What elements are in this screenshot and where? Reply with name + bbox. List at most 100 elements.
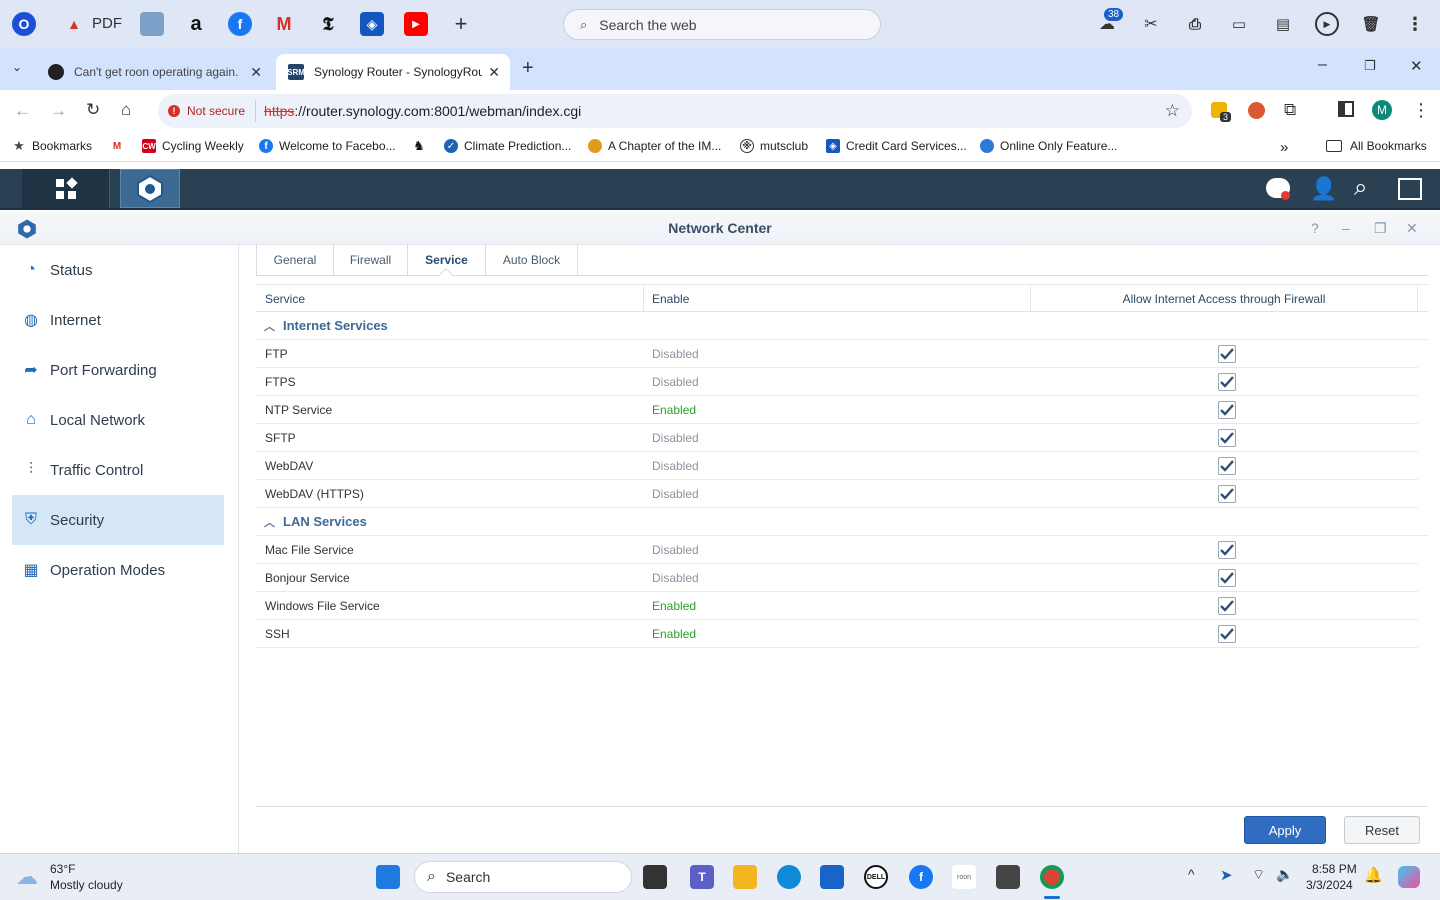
bookmark-item[interactable]: ※ mutsclub (740, 139, 808, 153)
add-shortcut-icon[interactable]: + (449, 11, 473, 36)
browser-tab-roon[interactable]: Can't get roon operating again. ✕ (36, 54, 272, 90)
amazon-icon[interactable]: a (184, 12, 208, 36)
close-window-icon[interactable]: ✕ (1410, 57, 1423, 75)
minimize-window-icon[interactable]: – (1318, 56, 1327, 74)
allow-internet-checkbox[interactable] (1218, 401, 1236, 419)
task-view-icon[interactable] (643, 865, 667, 889)
collapse-chevron-icon[interactable]: ︿ (264, 514, 275, 530)
profile-avatar[interactable]: M (1372, 100, 1392, 120)
bookmark-item[interactable]: ◈ Credit Card Services... (826, 139, 967, 153)
allow-internet-checkbox[interactable] (1218, 345, 1236, 363)
allow-internet-checkbox[interactable] (1218, 373, 1236, 391)
side-panel-icon[interactable] (1338, 101, 1354, 117)
table-row[interactable]: Windows File Service Enabled (256, 592, 1418, 620)
clock-time[interactable]: 8:58 PM (1312, 862, 1357, 876)
duckduckgo-icon[interactable] (1248, 102, 1265, 119)
dell-icon[interactable]: DELL (864, 865, 888, 889)
weather-desc[interactable]: Mostly cloudy (50, 878, 123, 892)
app-icon[interactable] (996, 865, 1020, 889)
chrome-icon[interactable] (1040, 865, 1064, 889)
column-header-allow-internet[interactable]: Allow Internet Access through Firewall (1031, 285, 1418, 312)
reset-button[interactable]: Reset (1344, 816, 1420, 844)
bookmark-chess[interactable]: ♞ (412, 138, 432, 153)
pdf-label[interactable]: PDF (92, 15, 122, 32)
wifi-icon[interactable]: ⌔ (1252, 866, 1265, 884)
group-header[interactable]: ︿ Internet Services (256, 312, 1428, 340)
file-explorer-icon[interactable] (733, 865, 757, 889)
browser-tab-synology[interactable]: SRM Synology Router - SynologyRou ✕ (276, 54, 510, 90)
table-row[interactable]: SSH Enabled (256, 620, 1418, 648)
sidebar-item-operation-modes[interactable]: ▦ Operation Modes (12, 545, 224, 595)
network-center-taskbar-button[interactable] (120, 169, 180, 208)
sidebar-item-status[interactable]: ◔ Status (12, 245, 224, 295)
scissors-icon[interactable]: ✂ (1139, 12, 1163, 36)
sidebar-item-port-forwarding[interactable]: ➦ Port Forwarding (12, 345, 224, 395)
sidebar-item-traffic-control[interactable]: ⫶ Traffic Control (12, 445, 224, 495)
windows-start-icon[interactable] (376, 865, 400, 889)
tab-firewall[interactable]: Firewall (334, 245, 408, 275)
web-search-box[interactable]: ⌕ Search the web (563, 9, 881, 40)
allow-internet-checkbox[interactable] (1218, 625, 1236, 643)
allow-internet-checkbox[interactable] (1218, 541, 1236, 559)
all-bookmarks[interactable]: All Bookmarks (1326, 139, 1427, 153)
collapse-chevron-icon[interactable]: ︿ (264, 318, 275, 334)
table-row[interactable]: FTPS Disabled (256, 368, 1418, 396)
home-icon[interactable]: ⌂ (121, 100, 131, 120)
bell-icon[interactable]: 🔔 (1364, 866, 1383, 884)
url-text[interactable]: https://router.synology.com:8001/webman/… (264, 103, 581, 119)
window-close-icon[interactable]: ✕ (1406, 220, 1418, 237)
facebook-icon[interactable]: f (228, 12, 252, 36)
bookmark-item[interactable]: ✓ Climate Prediction... (444, 139, 571, 153)
gmail-icon[interactable]: M (272, 12, 296, 36)
reload-icon[interactable]: ↻ (86, 100, 100, 120)
tab-list-chevron-icon[interactable]: ⌄ (12, 60, 22, 74)
printer-icon[interactable]: ⎙ (1183, 12, 1207, 36)
more-menu-icon[interactable]: ⋮ (1403, 12, 1427, 36)
search-icon[interactable]: ⌕ (1354, 174, 1367, 202)
forward-icon[interactable]: → (50, 101, 67, 121)
trash-icon[interactable]: 🗑 (1359, 12, 1383, 36)
close-tab-icon[interactable]: ✕ (250, 64, 262, 81)
app-logo-icon[interactable]: O (12, 12, 36, 36)
group-header[interactable]: ︿ LAN Services (256, 508, 1428, 536)
tab-auto-block[interactable]: Auto Block (486, 245, 578, 275)
edge-icon[interactable] (777, 865, 801, 889)
help-icon[interactable]: ? (1311, 220, 1319, 236)
bookmark-item[interactable]: A Chapter of the IM... (588, 139, 721, 153)
facebook-icon[interactable]: f (909, 865, 933, 889)
close-tab-icon[interactable]: ✕ (488, 64, 500, 81)
nytimes-icon[interactable]: 𝕿 (316, 12, 340, 36)
bookmark-item[interactable]: ★ Bookmarks (12, 138, 92, 153)
main-menu-button[interactable] (22, 169, 110, 208)
clock-date[interactable]: 3/3/2024 (1306, 878, 1353, 892)
tab-general[interactable]: General (256, 245, 334, 275)
bookmark-item[interactable]: f Welcome to Facebo... (259, 139, 396, 153)
table-row[interactable]: FTP Disabled (256, 340, 1418, 368)
play-icon[interactable]: ▶ (1315, 12, 1339, 36)
tray-chevron-icon[interactable]: ^ (1188, 866, 1195, 882)
bookmark-star-icon[interactable]: ☆ (1165, 101, 1180, 121)
store-icon[interactable] (820, 865, 844, 889)
not-secure-indicator[interactable]: ! Not secure (168, 100, 257, 122)
allow-internet-checkbox[interactable] (1218, 569, 1236, 587)
column-header-service[interactable]: Service (256, 285, 644, 312)
video-icon[interactable]: ▭ (1227, 12, 1251, 36)
youtube-icon[interactable]: ▶ (404, 12, 428, 36)
allow-internet-checkbox[interactable] (1218, 457, 1236, 475)
roon-icon[interactable]: roon (952, 865, 976, 889)
restore-window-icon[interactable]: ❐ (1364, 58, 1376, 74)
more-bookmarks-icon[interactable]: » (1280, 139, 1288, 156)
volume-icon[interactable]: 🔈 (1276, 866, 1293, 883)
table-row[interactable]: SFTP Disabled (256, 424, 1418, 452)
sidebar-item-internet[interactable]: ◍ Internet (12, 295, 224, 345)
weather-temp[interactable]: 63°F (50, 862, 75, 876)
table-row[interactable]: WebDAV Disabled (256, 452, 1418, 480)
table-row[interactable]: WebDAV (HTTPS) Disabled (256, 480, 1418, 508)
pdf-icon[interactable]: ▲ (62, 12, 86, 36)
copilot-icon[interactable] (1398, 866, 1420, 888)
table-row[interactable]: Mac File Service Disabled (256, 536, 1418, 564)
browser-menu-icon[interactable]: ⋮ (1412, 100, 1430, 121)
column-header-enable[interactable]: Enable (644, 285, 1031, 312)
table-row[interactable]: NTP Service Enabled (256, 396, 1418, 424)
clipboard-icon[interactable]: ▤ (1271, 12, 1295, 36)
